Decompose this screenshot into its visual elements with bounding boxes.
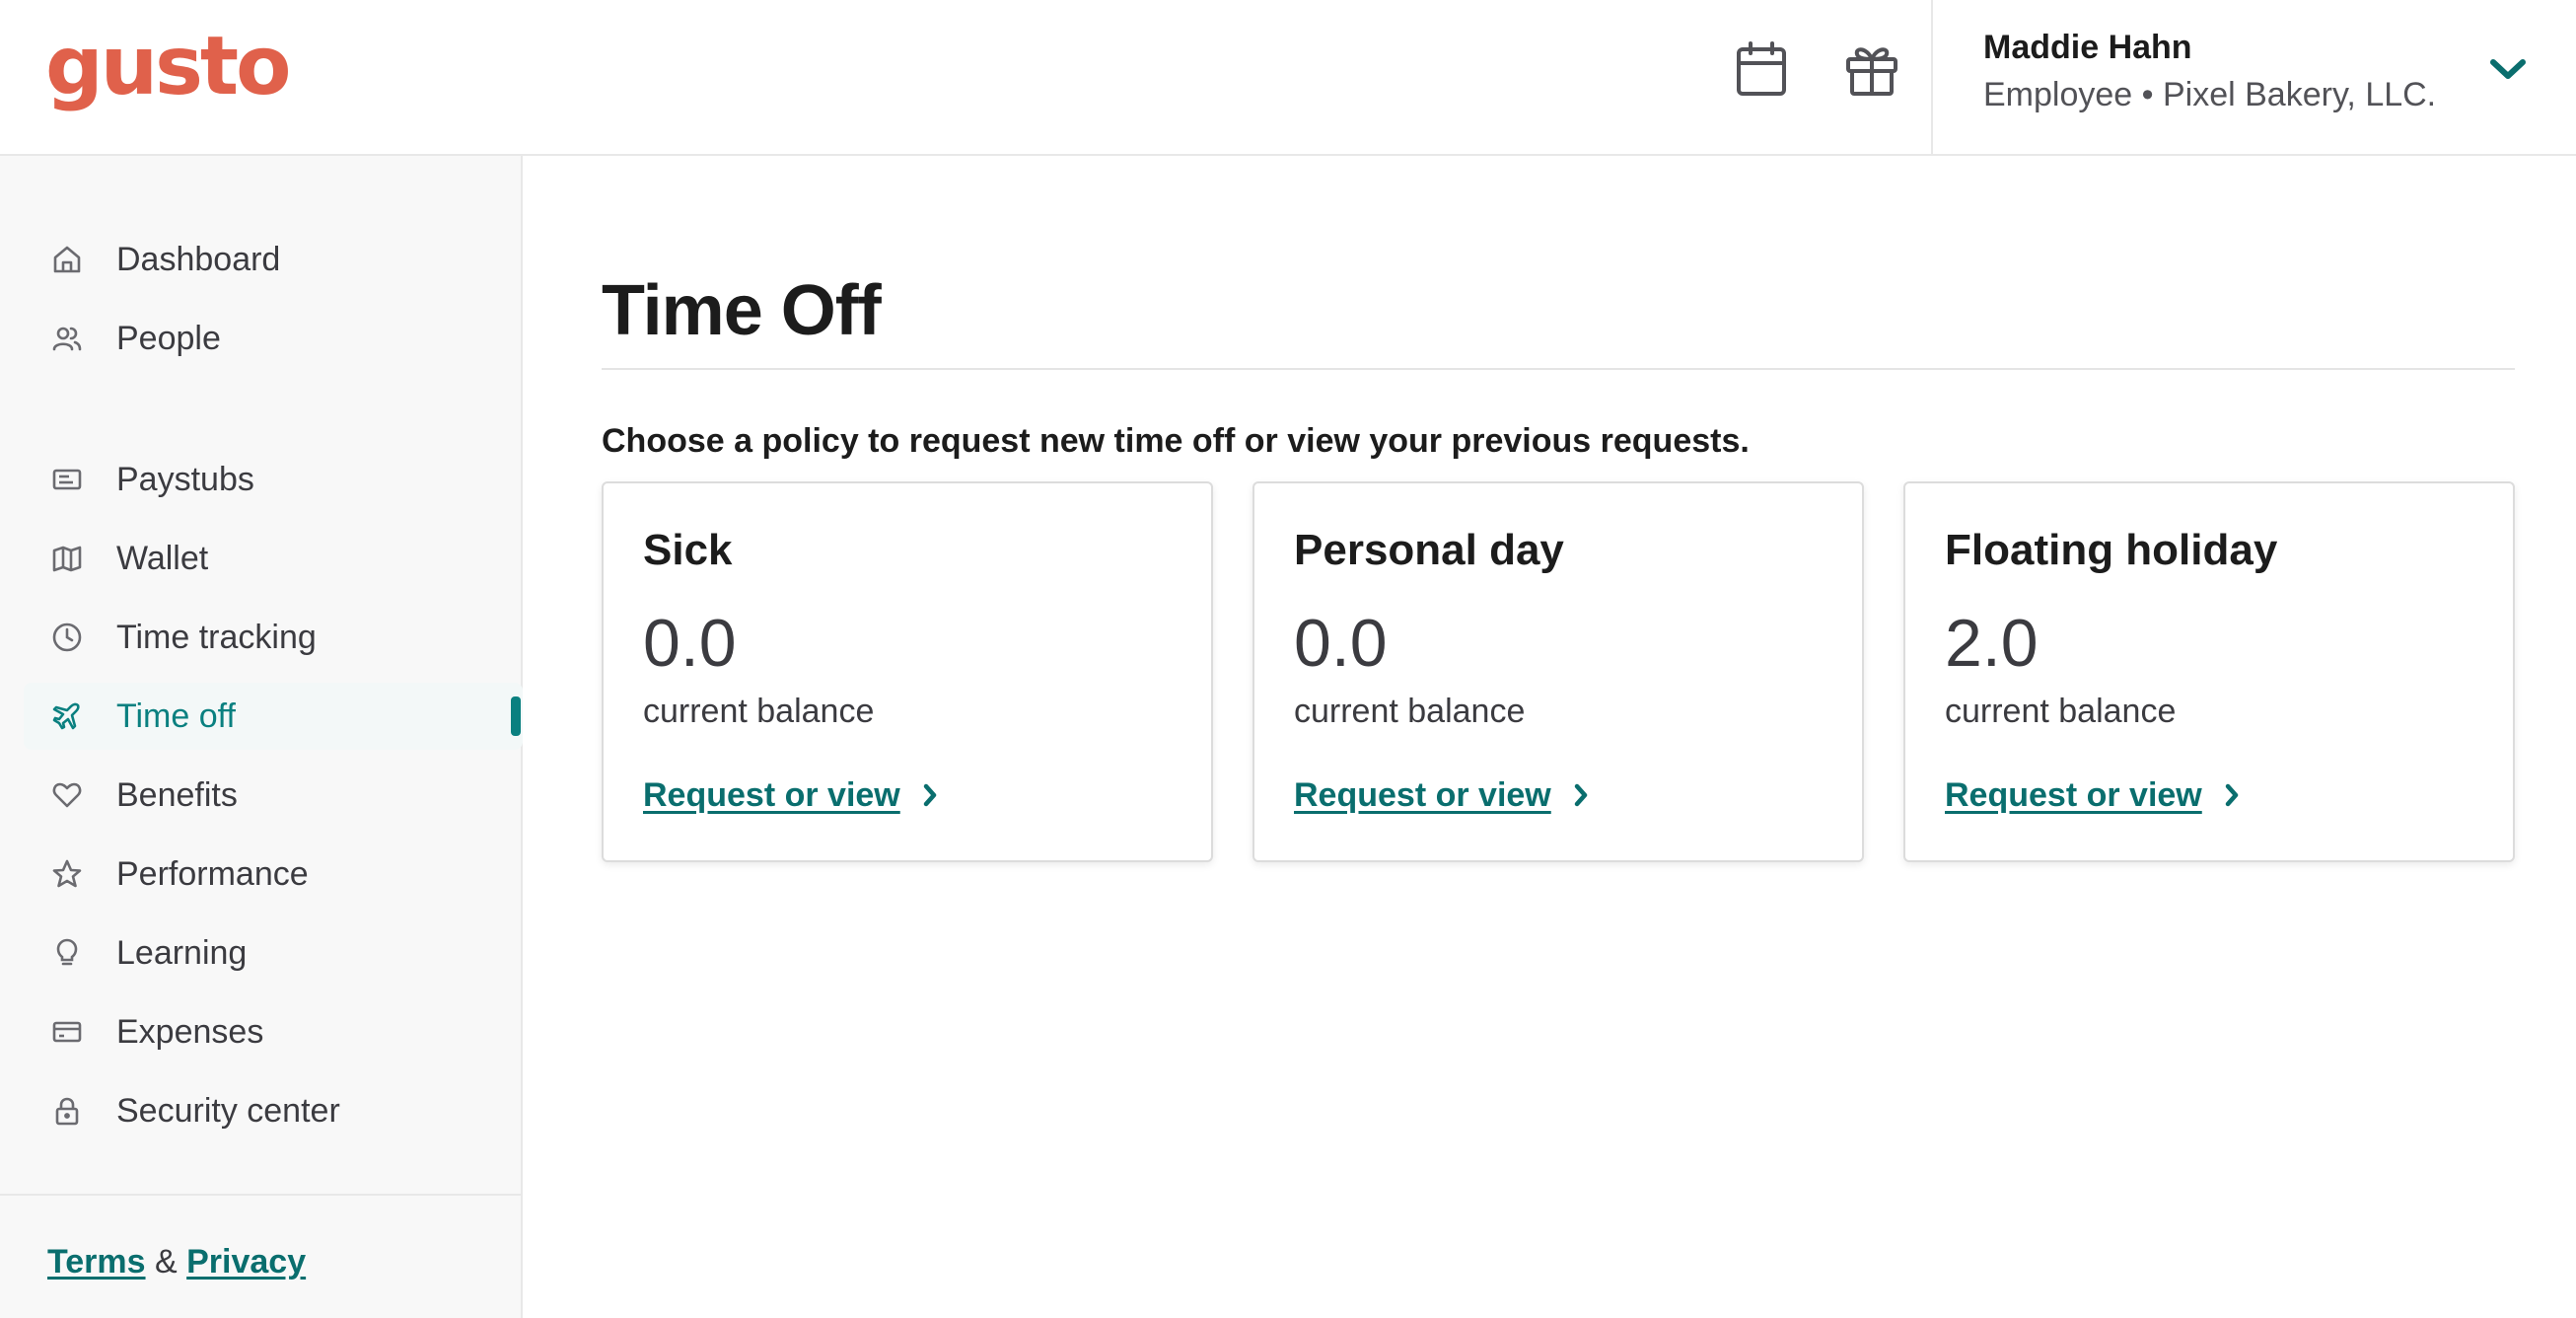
terms-link[interactable]: Terms: [47, 1243, 146, 1281]
legal-links: Terms & Privacy: [47, 1243, 306, 1281]
request-or-view-link[interactable]: Request or view: [1945, 773, 2248, 817]
heart-icon: [49, 777, 85, 813]
sidebar-item-label: Time off: [116, 696, 236, 735]
sidebar-item-label: Learning: [116, 933, 248, 972]
policy-balance: 0.0: [1294, 606, 1388, 681]
sidebar-item-learning[interactable]: Learning: [24, 919, 523, 987]
calendar-icon[interactable]: [1730, 37, 1793, 101]
policy-card-personal-day: Personal day 0.0 current balance Request…: [1252, 481, 1864, 862]
request-or-view-link[interactable]: Request or view: [643, 773, 946, 817]
people-icon: [49, 321, 85, 356]
page-title: Time Off: [602, 271, 882, 350]
request-or-view-label[interactable]: Request or view: [1294, 776, 1551, 815]
policy-name: Floating holiday: [1945, 526, 2278, 574]
sidebar-footer-divider: [0, 1194, 521, 1196]
top-header: gusto Maddie Hahn Employee • Pixel Baker…: [0, 0, 2576, 156]
chevron-down-icon[interactable]: [2483, 49, 2533, 89]
sidebar-item-expenses[interactable]: Expenses: [24, 998, 523, 1065]
privacy-link[interactable]: Privacy: [186, 1243, 306, 1281]
policy-card-sick: Sick 0.0 current balance Request or view: [602, 481, 1213, 862]
sidebar-item-label: Wallet: [116, 539, 209, 577]
page-instructions: Choose a policy to request new time off …: [602, 422, 1750, 460]
sidebar-item-people[interactable]: People: [24, 305, 523, 372]
gusto-logo[interactable]: gusto: [45, 18, 291, 116]
sidebar-item-wallet[interactable]: Wallet: [24, 525, 523, 592]
policy-balance: 0.0: [643, 606, 737, 681]
policy-name: Sick: [643, 526, 733, 574]
active-indicator: [511, 696, 521, 736]
lightbulb-icon: [49, 935, 85, 971]
balance-caption: current balance: [643, 693, 875, 730]
sidebar-item-time-off[interactable]: Time off: [24, 683, 523, 750]
star-icon: [49, 856, 85, 892]
policy-balance: 2.0: [1945, 606, 2039, 681]
balance-caption: current balance: [1945, 693, 2177, 730]
ampersand: &: [154, 1243, 178, 1281]
gift-icon[interactable]: [1840, 37, 1903, 101]
header-divider: [1931, 0, 1933, 156]
chevron-right-icon: [922, 780, 946, 810]
request-or-view-link[interactable]: Request or view: [1294, 773, 1597, 817]
title-divider: [602, 368, 2515, 370]
paystub-icon: [49, 462, 85, 497]
sidebar-item-label: Paystubs: [116, 460, 254, 498]
home-icon: [49, 242, 85, 277]
user-role-company: Employee • Pixel Bakery, LLC.: [1983, 76, 2437, 113]
user-name[interactable]: Maddie Hahn: [1983, 26, 2192, 69]
sidebar-item-benefits[interactable]: Benefits: [24, 762, 523, 829]
sidebar-item-paystubs[interactable]: Paystubs: [24, 446, 523, 513]
sidebar-item-label: Security center: [116, 1091, 340, 1130]
policy-card-floating-holiday: Floating holiday 2.0 current balance Req…: [1903, 481, 2515, 862]
sidebar-item-label: Time tracking: [116, 618, 317, 656]
sidebar-item-time-tracking[interactable]: Time tracking: [24, 604, 523, 671]
sidebar-item-label: Benefits: [116, 775, 238, 814]
credit-card-icon: [49, 1014, 85, 1050]
chevron-right-icon: [2224, 780, 2248, 810]
sidebar-item-dashboard[interactable]: Dashboard: [24, 226, 523, 293]
sidebar-item-label: People: [116, 319, 221, 357]
sidebar-item-performance[interactable]: Performance: [24, 841, 523, 908]
wallet-icon: [49, 541, 85, 576]
clock-icon: [49, 620, 85, 655]
sidebar-item-label: Performance: [116, 854, 309, 893]
lock-icon: [49, 1093, 85, 1129]
request-or-view-label[interactable]: Request or view: [643, 776, 900, 815]
sidebar-item-security-center[interactable]: Security center: [24, 1077, 523, 1144]
chevron-right-icon: [1573, 780, 1597, 810]
policy-name: Personal day: [1294, 526, 1564, 574]
airplane-icon: [49, 698, 85, 734]
sidebar-item-label: Dashboard: [116, 240, 281, 278]
balance-caption: current balance: [1294, 693, 1526, 730]
request-or-view-label[interactable]: Request or view: [1945, 776, 2202, 815]
sidebar-item-label: Expenses: [116, 1012, 264, 1051]
